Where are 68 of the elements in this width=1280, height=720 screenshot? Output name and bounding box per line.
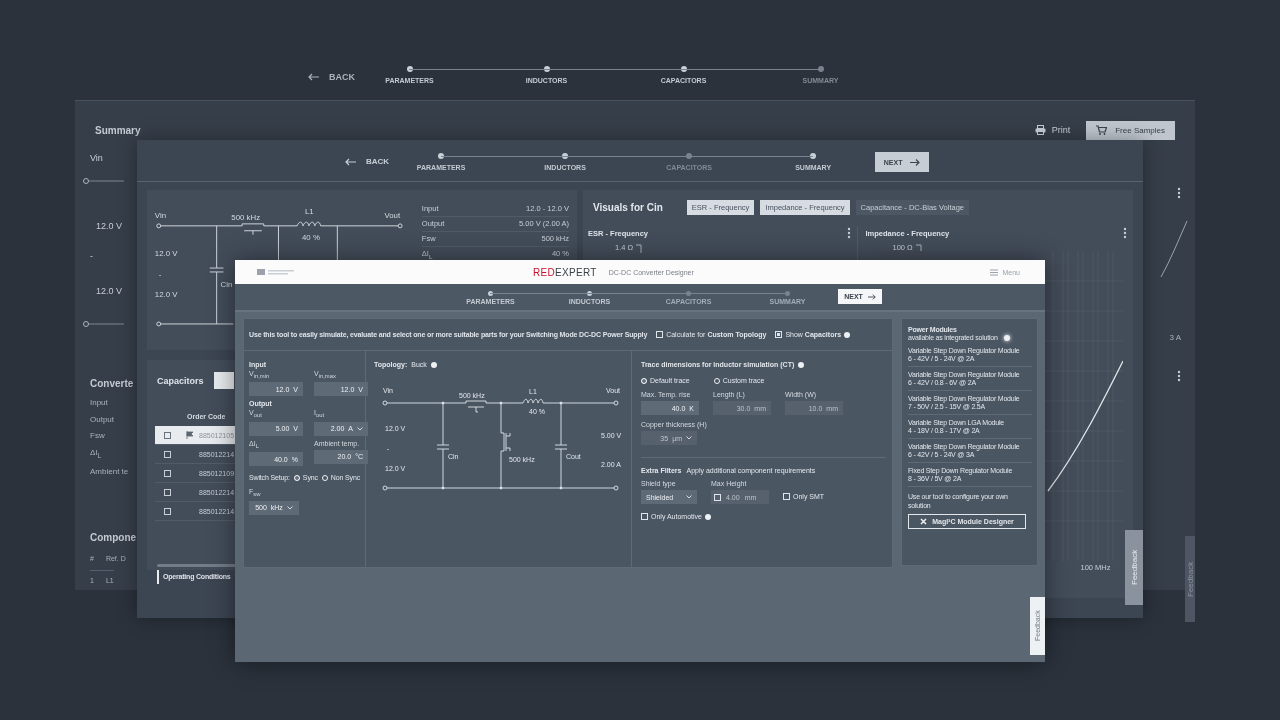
row-label: Fsw <box>90 430 105 442</box>
free-samples-button[interactable]: Free Samples <box>1086 120 1175 140</box>
back-button[interactable]: BACK <box>308 72 355 82</box>
axis-tick-icon <box>636 243 645 253</box>
arrow-right-icon <box>910 158 921 166</box>
step-dot-icon <box>488 291 493 296</box>
card-title: Visuals for Cin <box>593 202 663 213</box>
step-dot-icon <box>543 66 550 72</box>
axis-tick-icon <box>915 243 924 253</box>
row-label: ΔI$_{L}$ <box>90 446 102 461</box>
back-button[interactable]: BACK <box>345 157 390 166</box>
window-title: Summary <box>95 124 141 136</box>
range-marker <box>82 320 124 328</box>
step-dot-icon <box>810 153 817 159</box>
info-icon[interactable] <box>844 331 851 338</box>
info-icon[interactable] <box>798 361 805 368</box>
step-dot-icon <box>587 291 592 296</box>
step-dot-icon <box>438 153 445 159</box>
card-title: Capacitors <box>157 375 204 386</box>
printer-icon <box>1034 125 1046 135</box>
step-dot-icon <box>680 66 687 72</box>
back-arrow-icon <box>345 157 357 166</box>
cart-icon <box>1096 125 1108 135</box>
value-text: 12.0 V <box>96 286 123 296</box>
view-tab[interactable] <box>213 372 234 389</box>
value-text: - <box>90 251 93 261</box>
chevron-down-icon <box>357 426 363 431</box>
value-label: 12.0 V <box>154 249 178 259</box>
range-marker <box>82 177 124 185</box>
component-label: 40 % <box>302 232 320 242</box>
field-label: Vin <box>90 153 103 163</box>
arrow-right-icon <box>867 293 876 300</box>
value-label: 12.0 V <box>154 290 178 300</box>
curve-drawing <box>1159 219 1189 279</box>
step-dot-icon <box>562 153 569 159</box>
row-label: Input <box>90 397 108 409</box>
back-arrow-icon <box>308 73 320 81</box>
component-label: Cin <box>220 279 233 289</box>
logo-icon <box>257 267 297 277</box>
value-text: 12.0 V <box>96 221 123 231</box>
component-label: 500 kHz <box>231 212 261 222</box>
info-icon[interactable] <box>1003 334 1010 341</box>
info-icon[interactable] <box>704 513 711 520</box>
axis-label: 3 A <box>1169 333 1181 342</box>
more-icon[interactable] <box>1123 227 1127 239</box>
tools-icon <box>920 518 928 525</box>
section-heading: Compone <box>90 532 137 544</box>
node-label: Vin <box>154 211 167 220</box>
radio-button[interactable] <box>641 377 647 384</box>
print-button[interactable]: Print <box>1034 125 1071 135</box>
step-dot-icon <box>406 66 413 72</box>
more-icon[interactable] <box>1177 370 1181 382</box>
brand-name: REDEXPERT <box>533 266 597 278</box>
chevron-down-icon <box>686 495 692 499</box>
chevron-down-icon <box>686 436 692 440</box>
menu-icon <box>990 268 999 276</box>
chevron-down-icon <box>286 505 293 510</box>
scrollbar[interactable] <box>157 564 237 567</box>
section-heading: Converte <box>90 378 134 389</box>
checkbox[interactable] <box>164 431 171 439</box>
component-label: L1 <box>304 207 314 217</box>
more-icon[interactable] <box>846 227 851 239</box>
row-label: Output <box>90 413 114 426</box>
info-icon[interactable] <box>430 361 437 368</box>
node-label: Vout <box>384 211 401 220</box>
more-icon[interactable] <box>1177 187 1181 199</box>
value-label: - <box>158 269 162 279</box>
row-label: Ambient te <box>90 465 129 478</box>
